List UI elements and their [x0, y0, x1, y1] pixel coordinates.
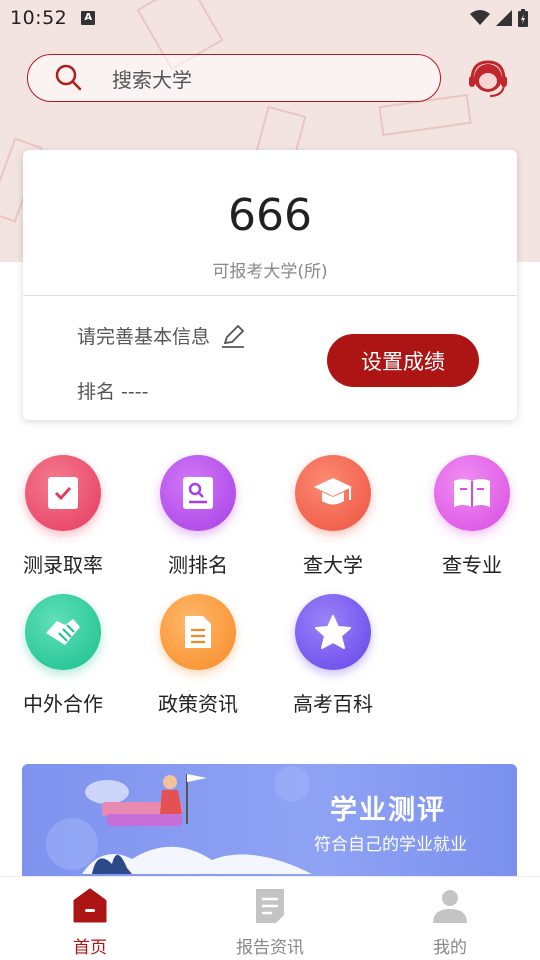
signal-icon [496, 10, 512, 26]
home-icon [73, 888, 107, 923]
notification-badge: A [81, 11, 96, 25]
star-icon [295, 594, 371, 670]
academic-assessment-banner[interactable]: 学业测评 符合自己的学业就业 [22, 764, 517, 876]
card-divider [23, 295, 517, 296]
summary-card: 666 可报考大学(所) 请完善基本信息 排名 ---- 设置成绩 [23, 150, 517, 420]
wifi-icon [470, 10, 490, 25]
tab-label: 我的 [433, 938, 467, 958]
eligible-university-label: 可报考大学(所) [212, 262, 328, 282]
search-icon [55, 64, 82, 91]
battery-icon [518, 9, 528, 27]
banner-illustration [46, 766, 312, 874]
open-book-icon [434, 455, 510, 531]
feature-find-university[interactable]: 查大学 [278, 455, 388, 578]
eligible-university-count: 666 [228, 190, 312, 241]
bottom-tab-bar: 首页 报告资讯 我的 [0, 876, 540, 960]
check-document-icon [25, 455, 101, 531]
search-placeholder: 搜索大学 [112, 67, 192, 92]
edit-icon [222, 324, 245, 348]
feature-international-cooperation[interactable]: 中外合作 [8, 594, 118, 717]
status-bar: 10:52 A [0, 0, 540, 36]
tab-label: 首页 [73, 938, 107, 958]
search-document-icon [160, 455, 236, 531]
banner-title: 学业测评 [330, 795, 446, 826]
feature-find-major[interactable]: 查专业 [417, 455, 527, 578]
tab-label: 报告资讯 [236, 938, 304, 958]
feature-label: 中外合作 [23, 692, 103, 716]
feature-rank-test[interactable]: 测排名 [143, 455, 253, 578]
feature-gaokao-wiki[interactable]: 高考百科 [278, 594, 388, 717]
banner-subtitle: 符合自己的学业就业 [314, 835, 467, 855]
status-time: 10:52 [10, 7, 68, 29]
feature-label: 高考百科 [293, 692, 373, 716]
feature-policy-news[interactable]: 政策资讯 [143, 594, 253, 717]
user-icon [433, 890, 467, 923]
document-icon [160, 594, 236, 670]
complete-info-label: 请完善基本信息 [77, 326, 211, 348]
feature-admission-rate[interactable]: 测录取率 [8, 455, 118, 578]
report-icon [256, 889, 284, 923]
rank-label: 排名 ---- [77, 381, 149, 403]
feature-label: 查专业 [442, 553, 502, 577]
handshake-icon [25, 594, 101, 670]
graduation-cap-icon [295, 455, 371, 531]
feature-label: 查大学 [303, 553, 363, 577]
search-input[interactable]: 搜索大学 [27, 54, 441, 102]
customer-service-icon[interactable] [466, 56, 510, 100]
set-score-button[interactable]: 设置成绩 [327, 334, 479, 387]
tab-mine[interactable]: 我的 [360, 877, 540, 960]
feature-label: 测排名 [168, 553, 228, 577]
complete-info-link[interactable]: 请完善基本信息 [77, 322, 246, 349]
feature-label: 测录取率 [23, 553, 103, 577]
tab-report-news[interactable]: 报告资讯 [180, 877, 360, 960]
feature-label: 政策资讯 [158, 692, 238, 716]
tab-home[interactable]: 首页 [0, 877, 180, 960]
